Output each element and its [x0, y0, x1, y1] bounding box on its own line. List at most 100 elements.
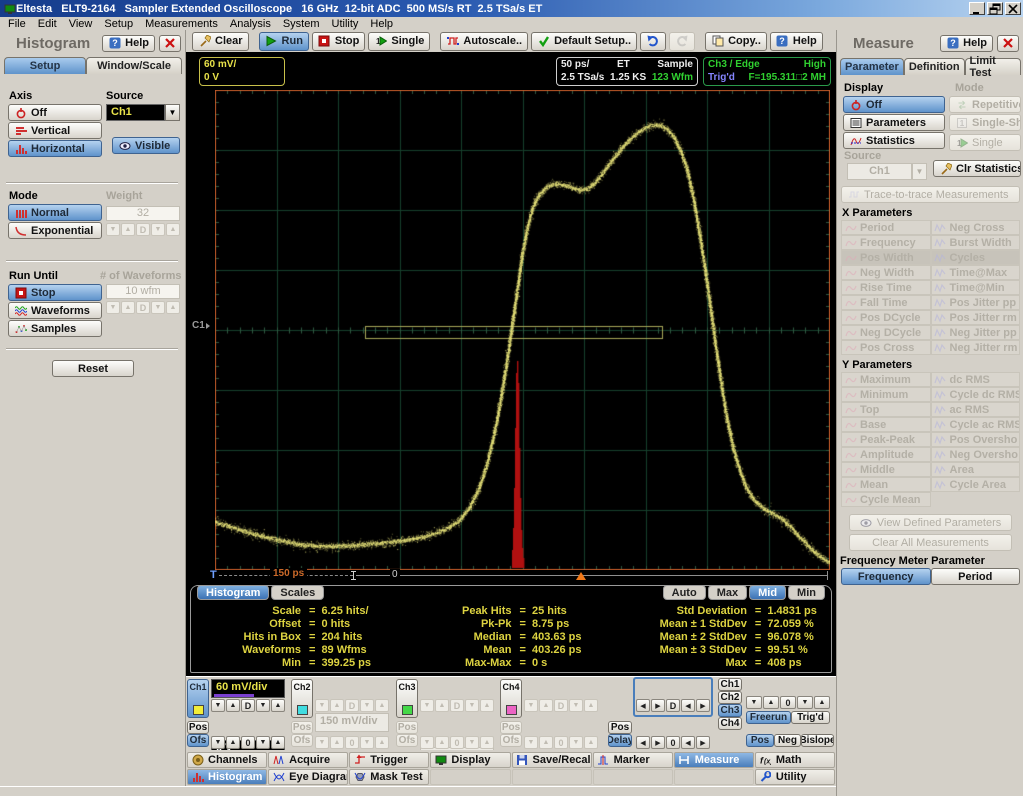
run-until-samples-button[interactable]: Samples: [8, 320, 102, 337]
timebase-delay-button[interactable]: Delay: [608, 734, 632, 747]
clear-statistics-button[interactable]: Clr Statistics: [933, 160, 1021, 177]
default-setup-button[interactable]: Default Setup..: [531, 32, 637, 51]
histogram-help-button[interactable]: ? Help: [102, 35, 155, 52]
c1-trace-marker[interactable]: C1: [192, 320, 210, 331]
copy-button[interactable]: Copy..: [705, 32, 767, 51]
trigger-time-marker[interactable]: T: [210, 569, 217, 581]
trigger-trig-d-button[interactable]: Trig'd: [791, 711, 830, 724]
readout-size-auto-button[interactable]: Auto: [663, 585, 706, 600]
ch1-scale-spin-down-icon[interactable]: ▼: [211, 699, 225, 712]
channel-ch2-button[interactable]: Ch2: [291, 679, 313, 718]
menu-setup[interactable]: Setup: [98, 18, 139, 30]
ch1-scale-spin-up-icon[interactable]: ▲: [226, 699, 240, 712]
waveform-graticule[interactable]: [215, 90, 830, 570]
ch1-scale-spin-default-button[interactable]: D: [241, 699, 255, 712]
ch1-ofs-button[interactable]: Ofs: [187, 734, 209, 747]
axis-horizontal-button[interactable]: Horizontal: [8, 140, 102, 157]
trigger-source-ch2-button[interactable]: Ch2: [718, 691, 742, 704]
help-button[interactable]: ?Help: [770, 32, 823, 51]
function-tab-save-recall[interactable]: Save/Recall: [512, 752, 592, 768]
delay-spin-default-button[interactable]: 0: [666, 736, 680, 749]
display-off-button[interactable]: Off: [843, 96, 945, 113]
timebase-spin-down-fine-icon[interactable]: ◀: [681, 699, 695, 712]
ch1-scale-spin-down-fine-icon[interactable]: ▼: [256, 699, 270, 712]
axis-vertical-button[interactable]: Vertical: [8, 122, 102, 139]
trigger-slope-bislope-button[interactable]: Bislope: [801, 734, 834, 747]
ch1-offset-spin-up-fine-icon[interactable]: ▲: [271, 736, 285, 749]
clear-button[interactable]: Clear: [192, 32, 249, 51]
menu-help[interactable]: Help: [364, 18, 399, 30]
measure-close-button[interactable]: [997, 35, 1019, 52]
single-button[interactable]: 1Single: [368, 32, 430, 51]
delay-spin-up-fine-icon[interactable]: ▶: [696, 736, 710, 749]
tab-parameter[interactable]: Parameter: [840, 58, 904, 75]
channel-ch4-button[interactable]: Ch4: [500, 679, 522, 718]
readout-tab-scales[interactable]: Scales: [271, 585, 324, 600]
readout-tab-histogram[interactable]: Histogram: [197, 585, 269, 600]
trigger-freerun-button[interactable]: Freerun: [746, 711, 791, 724]
function-tab-trigger[interactable]: Trigger: [349, 752, 429, 768]
trigger-level-spin-up-icon[interactable]: ▲: [763, 696, 779, 709]
readout-size-mid-button[interactable]: Mid: [749, 585, 786, 600]
function-tab-display[interactable]: Display: [430, 752, 510, 768]
timebase-spin-up-icon[interactable]: ▶: [651, 699, 665, 712]
ch1-offset-spin-up-icon[interactable]: ▲: [226, 736, 240, 749]
channel-ch3-button[interactable]: Ch3: [396, 679, 418, 718]
trigger-position-marker[interactable]: [576, 572, 586, 580]
trigger-level-spin-down-icon[interactable]: ▼: [746, 696, 762, 709]
close-button[interactable]: [1005, 2, 1021, 15]
function-tab-marker[interactable]: Marker: [593, 752, 673, 768]
trigger-slope-pos-button[interactable]: Pos: [746, 734, 774, 747]
stop-button[interactable]: Stop: [312, 32, 365, 51]
function-tab-eye-diagram[interactable]: Eye Diagram: [268, 769, 348, 785]
freq-meter-frequency-button[interactable]: Frequency: [841, 568, 931, 585]
function-tab-histogram[interactable]: Histogram: [187, 769, 267, 785]
display-parameters-button[interactable]: Parameters: [843, 114, 945, 131]
timebase-spin-up-fine-icon[interactable]: ▶: [696, 699, 710, 712]
menu-view[interactable]: View: [63, 18, 99, 30]
run-until-waveforms-button[interactable]: Waveforms: [8, 302, 102, 319]
tab-limit-test[interactable]: Limit Test: [965, 58, 1021, 75]
minimize-button[interactable]: [969, 2, 985, 15]
source-select[interactable]: Ch1 ▼: [106, 104, 180, 121]
menu-measurements[interactable]: Measurements: [139, 18, 224, 30]
window-titlebar[interactable]: Eltesta ELT9-2164 Sampler Extended Oscil…: [0, 0, 1023, 17]
trigger-source-ch3-button[interactable]: Ch3: [718, 704, 742, 717]
menu-edit[interactable]: Edit: [32, 18, 63, 30]
timebase-pos-button[interactable]: Pos: [608, 721, 632, 734]
undo-button[interactable]: [640, 32, 666, 51]
menu-file[interactable]: File: [2, 18, 32, 30]
run-until-stop-button[interactable]: Stop: [8, 284, 102, 301]
freq-meter-period-button[interactable]: Period: [931, 568, 1021, 585]
ch1-offset-spin-down-fine-icon[interactable]: ▼: [256, 736, 270, 749]
mode-exponential-button[interactable]: Exponential: [8, 222, 102, 239]
reset-button[interactable]: Reset: [52, 360, 134, 377]
tab-setup[interactable]: Setup: [4, 57, 86, 74]
histogram-close-button[interactable]: [159, 35, 181, 52]
trigger-level-spin-up-fine-icon[interactable]: ▲: [814, 696, 830, 709]
trigger-slope-neg-button[interactable]: Neg: [774, 734, 801, 747]
axis-off-button[interactable]: Off: [8, 104, 102, 121]
readout-size-min-button[interactable]: Min: [788, 585, 825, 600]
trigger-source-ch4-button[interactable]: Ch4: [718, 717, 742, 730]
timebase-spin-down-icon[interactable]: ◀: [636, 699, 650, 712]
ch1-offset-spin-default-button[interactable]: 0: [241, 736, 255, 749]
restore-button[interactable]: [987, 2, 1003, 15]
zero-delay-marker[interactable]: 0: [390, 569, 400, 580]
menu-system[interactable]: System: [277, 18, 326, 30]
function-tab-channels[interactable]: Channels: [187, 752, 267, 768]
delay-spin-up-icon[interactable]: ▶: [651, 736, 665, 749]
measure-help-button[interactable]: ? Help: [940, 35, 993, 52]
ch1-scale-spin-up-fine-icon[interactable]: ▲: [271, 699, 285, 712]
trigger-source-ch1-button[interactable]: Ch1: [718, 678, 742, 691]
function-tab-measure[interactable]: Measure: [674, 752, 754, 768]
display-statistics-button[interactable]: Statistics: [843, 132, 945, 149]
function-tab-math[interactable]: f(x)Math: [755, 752, 835, 768]
trigger-level-spin-down-fine-icon[interactable]: ▼: [797, 696, 813, 709]
channel-ch1-button[interactable]: Ch1: [187, 679, 209, 718]
tab-definition[interactable]: Definition: [904, 58, 965, 75]
readout-size-max-button[interactable]: Max: [708, 585, 747, 600]
timebase-spin-default-button[interactable]: D: [666, 699, 680, 712]
function-tab-mask-test[interactable]: Mask Test: [349, 769, 429, 785]
menu-analysis[interactable]: Analysis: [224, 18, 277, 30]
